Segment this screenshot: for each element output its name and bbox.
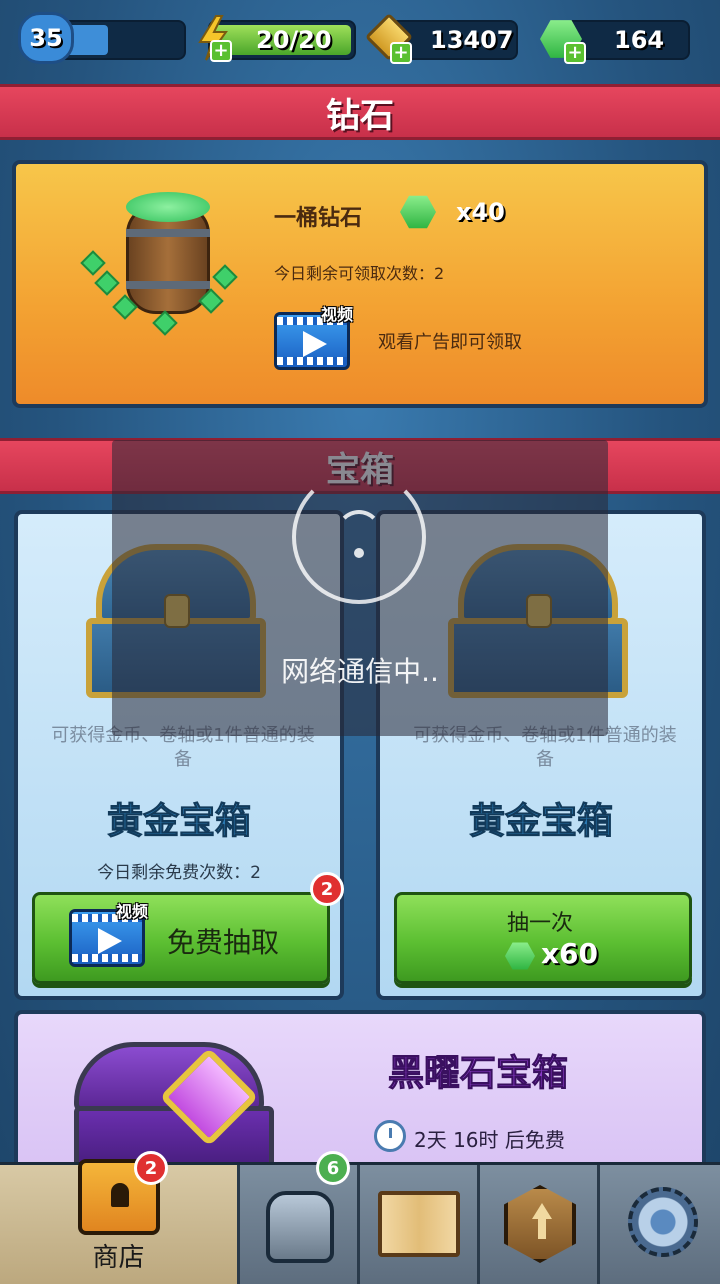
draw-once-label: 抽一次	[507, 911, 574, 936]
free-draw-badge: 2	[310, 872, 344, 906]
level-badge[interactable]: 35	[18, 12, 74, 64]
gems-value: 164	[614, 26, 665, 54]
equipment-badge: 6	[316, 1151, 350, 1185]
energy-plus-icon[interactable]: +	[210, 40, 232, 62]
loading-text: 网络通信中..	[281, 655, 439, 688]
play-icon	[303, 331, 327, 357]
watch-video-button[interactable]: 视频	[274, 305, 353, 370]
energy-value: 20/20	[256, 26, 332, 54]
play-icon	[98, 928, 122, 954]
nav-item-shop[interactable]: 2 商店	[0, 1151, 240, 1284]
lightning-icon[interactable]: +	[196, 14, 232, 62]
obsidian-chest-timer: 2天 16时 后免费	[414, 1128, 565, 1152]
level-value: 35	[29, 24, 63, 52]
nav-item-map[interactable]	[360, 1165, 480, 1284]
gem-icon[interactable]: +	[536, 14, 588, 66]
chest-free-remaining: 今日剩余免费次数：2	[97, 863, 261, 883]
bottom-nav: 2 商店 6	[0, 1151, 720, 1284]
draw-once-button[interactable]: 抽一次 x60	[394, 892, 692, 984]
chest-name: 黄金宝箱	[106, 801, 251, 843]
shop-badge: 2	[134, 1151, 168, 1185]
diamond-offer-card[interactable]: 一桶钻石 x40 今日剩余可领取次数：2 视频 观看广告即可领取	[12, 160, 708, 408]
nav-item-settings[interactable]	[600, 1165, 720, 1284]
watch-ad-text: 观看广告即可领取	[378, 332, 522, 353]
gems-plus-icon[interactable]: +	[564, 42, 586, 64]
top-bar: 35 20/20 + 13407 + 164 +	[0, 0, 720, 80]
armor-icon	[266, 1191, 334, 1263]
draw-once-price: x60	[541, 937, 599, 970]
video-icon: 视频	[69, 902, 148, 967]
chest-name: 黄金宝箱	[468, 801, 613, 843]
diamond-section-title: 钻石	[326, 95, 394, 136]
gear-icon	[628, 1187, 698, 1257]
video-label: 视频	[115, 902, 148, 921]
video-label: 视频	[320, 305, 353, 324]
clock-icon	[374, 1120, 406, 1152]
gem-icon	[505, 942, 535, 970]
free-draw-button[interactable]: 视频 免费抽取	[32, 892, 330, 984]
gem-icon	[400, 195, 436, 229]
diamond-offer-remaining: 今日剩余可领取次数：2	[274, 264, 445, 283]
coins-plus-icon[interactable]: +	[390, 42, 412, 64]
shop-label: 商店	[92, 1243, 145, 1273]
coins-value: 13407	[430, 26, 514, 54]
nav-item-equipment[interactable]: 6	[240, 1151, 360, 1284]
nav-item-upgrade[interactable]	[480, 1165, 600, 1284]
loading-overlay: 网络通信中..	[112, 440, 608, 736]
coin-icon[interactable]: +	[364, 12, 414, 64]
free-draw-label: 免费抽取	[167, 926, 280, 959]
diamond-offer-amount: x40	[456, 198, 505, 226]
diamond-section-header: 钻石	[0, 84, 720, 140]
obsidian-chest-icon	[74, 1042, 274, 1176]
diamond-offer-title: 一桶钻石	[274, 206, 363, 231]
obsidian-chest-name: 黑曜石宝箱	[387, 1053, 569, 1095]
map-icon	[378, 1191, 460, 1257]
